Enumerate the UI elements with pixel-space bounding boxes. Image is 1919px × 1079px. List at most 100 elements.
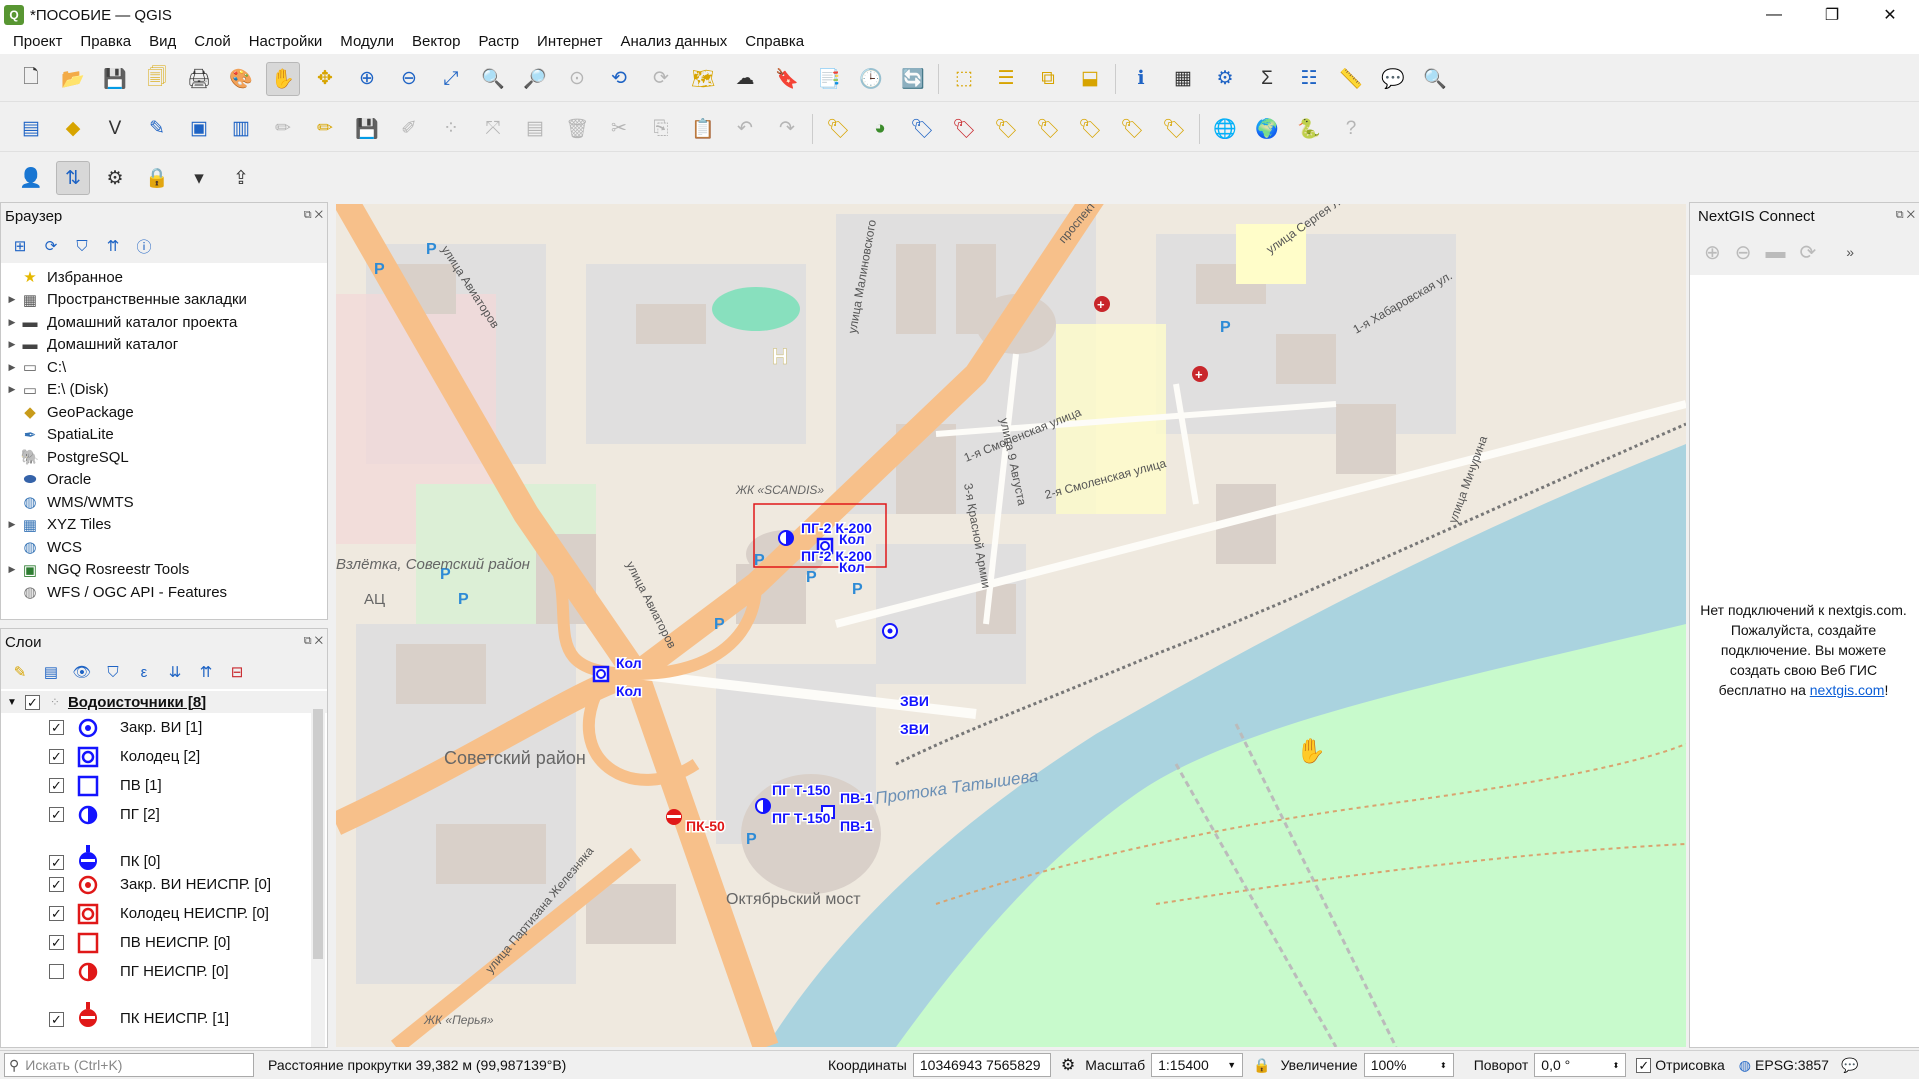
collapse-all-icon[interactable]: ⇈ — [102, 235, 124, 257]
close-button[interactable]: ✕ — [1861, 0, 1919, 30]
expand-arrow-icon[interactable]: ▶ — [5, 339, 19, 350]
manage-visibility-icon[interactable]: 👁 — [71, 661, 93, 683]
statistics-icon[interactable]: Σ — [1250, 62, 1284, 96]
layer-item[interactable]: ✓ ПГ НЕИСПР. [0] — [1, 957, 327, 986]
browser-item[interactable]: ▶ ▭ E:\ (Disk) — [5, 379, 327, 402]
new-geopackage-icon[interactable]: ◆ — [56, 112, 90, 146]
filter-legend-icon[interactable]: ⛉ — [102, 661, 124, 683]
browser-item[interactable]: ⬬ Oracle — [5, 469, 327, 492]
filter-expression-icon[interactable]: ε — [133, 661, 155, 683]
map-tips-icon[interactable]: 💬 — [1376, 62, 1410, 96]
layer-item[interactable]: ✓ Колодец НЕИСПР. [0] — [1, 899, 327, 928]
menu-raster[interactable]: Растр — [469, 30, 528, 54]
print-layout-icon[interactable]: 🖨 — [182, 62, 216, 96]
expand-arrow-icon[interactable]: ▶ — [5, 519, 19, 530]
browser-item[interactable]: 🐘 PostgreSQL — [5, 446, 327, 469]
trash-icon[interactable]: 🗑 — [560, 112, 594, 146]
dock-buttons-icon[interactable]: ⧉ ✕ — [304, 209, 323, 222]
browser-filter-icon[interactable]: ⛉ — [71, 235, 93, 257]
layer-visibility-checkbox[interactable]: ✓ — [49, 720, 64, 735]
measure-icon[interactable]: 📏 — [1334, 62, 1368, 96]
browser-item[interactable]: ◆ GeoPackage — [5, 401, 327, 424]
add-vector-icon[interactable]: ✎ — [140, 112, 174, 146]
collapse-all-layers-icon[interactable]: ⇈ — [195, 661, 217, 683]
modify-attributes-icon[interactable]: ⤧ — [476, 112, 510, 146]
pan-map-icon[interactable]: ✋ — [266, 61, 300, 96]
menu-edit[interactable]: Правка — [71, 30, 140, 54]
label-toolbar-icon[interactable]: 🏷 — [821, 112, 855, 146]
python-console-icon[interactable]: 🐍 — [1292, 112, 1326, 146]
browser-item[interactable]: ★ Избранное — [5, 266, 327, 289]
expand-arrow-icon[interactable]: ▶ — [5, 294, 19, 305]
layers-scrollbar[interactable] — [311, 691, 325, 1047]
extents-toggle-icon[interactable]: ⚙ — [1061, 1055, 1075, 1075]
browser-properties-icon[interactable]: ⓘ — [133, 235, 155, 257]
nextgis-remove-icon[interactable]: ⊖ — [1735, 240, 1752, 265]
label-show-hide-icon[interactable]: 🏷 — [1031, 112, 1065, 146]
add-group-icon[interactable]: ▤ — [40, 661, 62, 683]
label-move-icon[interactable]: 🏷 — [989, 112, 1023, 146]
add-feature-icon[interactable]: ✐ — [392, 112, 426, 146]
closed-source-marker[interactable] — [882, 623, 898, 639]
browser-item[interactable]: ◍ WFS / OGC API - Features — [5, 581, 327, 604]
menu-plugins[interactable]: Модули — [331, 30, 403, 54]
open-project-icon[interactable]: 📂 — [56, 62, 90, 96]
identify-icon[interactable]: ℹ — [1124, 62, 1158, 96]
layer-visibility-checkbox[interactable]: ✓ — [49, 877, 64, 892]
browser-item[interactable]: ▶ ▣ NGQ Rosreestr Tools — [5, 559, 327, 582]
copy-icon[interactable]: ⎘ — [644, 112, 678, 146]
crs-button[interactable]: EPSG:3857 — [1755, 1057, 1829, 1073]
new-project-icon[interactable]: 🗋 — [14, 62, 48, 96]
toggle-editing-icon[interactable]: ✏ — [308, 112, 342, 146]
browser-item[interactable]: ▶ ▬ Домашний каталог — [5, 334, 327, 357]
new-shapefile-icon[interactable]: V — [98, 112, 132, 146]
browser-item[interactable]: ▶ ▦ XYZ Tiles — [5, 514, 327, 537]
temporal-controller-icon[interactable]: 🕒 — [854, 62, 888, 96]
new-map-view-icon[interactable]: 🗺 — [686, 62, 720, 96]
messages-icon[interactable]: 💬 — [1841, 1057, 1858, 1074]
layer-item[interactable]: ✓ Колодец [2] — [1, 742, 327, 771]
new-bookmark-icon[interactable]: 🔖 — [770, 62, 804, 96]
browser-item[interactable]: ▶ ▦ Пространственные закладки — [5, 289, 327, 312]
menu-help[interactable]: Справка — [736, 30, 813, 54]
zoom-full-icon[interactable]: ⤢ — [434, 62, 468, 96]
menu-vector[interactable]: Вектор — [403, 30, 469, 54]
expand-all-icon[interactable]: ⇊ — [164, 661, 186, 683]
zoom-out-icon[interactable]: ⊖ — [392, 62, 426, 96]
deselect-all-icon[interactable]: ⧉ — [1031, 62, 1065, 96]
collapse-arrow-icon[interactable]: ▼ — [7, 697, 17, 708]
scale-combo[interactable]: 1:15400 ▼ — [1151, 1053, 1244, 1077]
layer-visibility-checkbox[interactable]: ✓ — [49, 1012, 64, 1027]
layer-visibility-checkbox[interactable]: ✓ — [49, 935, 64, 950]
layer-visibility-checkbox[interactable]: ✓ — [49, 749, 64, 764]
add-selected-icon[interactable]: ⊞ — [9, 235, 31, 257]
menu-view[interactable]: Вид — [140, 30, 185, 54]
coordinate-field[interactable]: 10346943 7565829 — [912, 1053, 1051, 1077]
layer-lock-icon[interactable]: 🔒 — [140, 161, 174, 195]
layer-item[interactable]: ✓ ПК [0] — [1, 829, 327, 870]
nextgis-more-icon[interactable]: » — [1846, 244, 1854, 260]
well-marker[interactable] — [592, 665, 610, 683]
zoom-in-icon[interactable]: ⊕ — [350, 62, 384, 96]
menu-project[interactable]: Проект — [4, 30, 71, 54]
nextgis-add-icon[interactable]: ⊕ — [1704, 240, 1721, 265]
browser-item[interactable]: ◍ WMS/WMTS — [5, 491, 327, 514]
add-wfs-icon[interactable]: ▥ — [224, 112, 258, 146]
hydrant-marker[interactable] — [778, 530, 794, 546]
expand-arrow-icon[interactable]: ▶ — [5, 564, 19, 575]
hydrant-marker[interactable] — [755, 798, 771, 814]
save-as-icon[interactable]: 🗐 — [140, 62, 174, 96]
sync-icon[interactable]: ⇅ — [56, 161, 90, 195]
layer-item[interactable]: ✓ ПГ [2] — [1, 800, 327, 829]
lock-scale-icon[interactable]: 🔒 — [1253, 1057, 1270, 1074]
add-raster-icon[interactable]: ▣ — [182, 112, 216, 146]
zoom-layer-icon[interactable]: 🔎 — [518, 62, 552, 96]
group-checkbox[interactable]: ✓ — [24, 694, 40, 710]
zoom-selection-icon[interactable]: 🔍 — [476, 62, 510, 96]
expand-arrow-icon[interactable]: ▶ — [5, 384, 19, 395]
layer-options-icon[interactable]: ▾ — [182, 161, 216, 195]
save-edits-icon[interactable]: 💾 — [350, 112, 384, 146]
data-source-manager-icon[interactable]: ▤ — [14, 112, 48, 146]
minimize-button[interactable]: — — [1745, 0, 1803, 30]
undo-icon[interactable]: ↶ — [728, 112, 762, 146]
